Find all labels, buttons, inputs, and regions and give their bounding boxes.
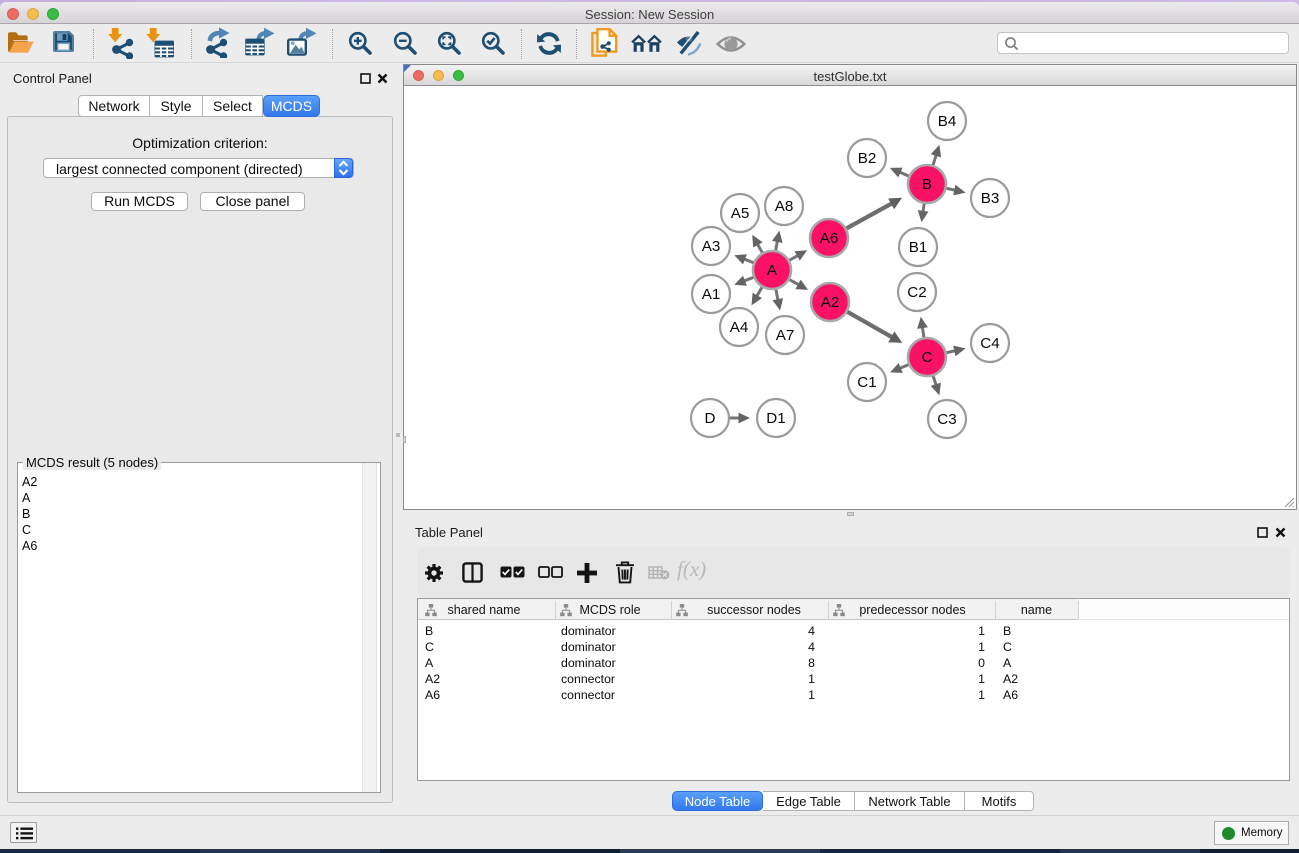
- svg-text:A8: A8: [775, 198, 794, 215]
- svg-text:A6: A6: [820, 230, 839, 247]
- svg-text:C2: C2: [907, 284, 926, 301]
- svg-text:B: B: [922, 176, 932, 193]
- svg-text:A5: A5: [731, 205, 750, 222]
- svg-text:B3: B3: [981, 190, 1000, 207]
- svg-text:A1: A1: [702, 286, 721, 303]
- svg-text:C: C: [922, 349, 933, 366]
- svg-text:B4: B4: [938, 113, 957, 130]
- svg-text:A: A: [767, 262, 778, 279]
- svg-text:A2: A2: [821, 294, 840, 311]
- svg-text:C4: C4: [980, 335, 999, 352]
- svg-text:C1: C1: [857, 374, 876, 391]
- svg-text:B2: B2: [858, 150, 877, 167]
- svg-text:D1: D1: [766, 410, 785, 427]
- svg-text:B1: B1: [909, 239, 928, 256]
- svg-text:A3: A3: [702, 238, 721, 255]
- svg-text:A7: A7: [776, 327, 795, 344]
- svg-text:A4: A4: [730, 319, 749, 336]
- svg-text:D: D: [705, 410, 716, 427]
- svg-text:C3: C3: [937, 411, 956, 428]
